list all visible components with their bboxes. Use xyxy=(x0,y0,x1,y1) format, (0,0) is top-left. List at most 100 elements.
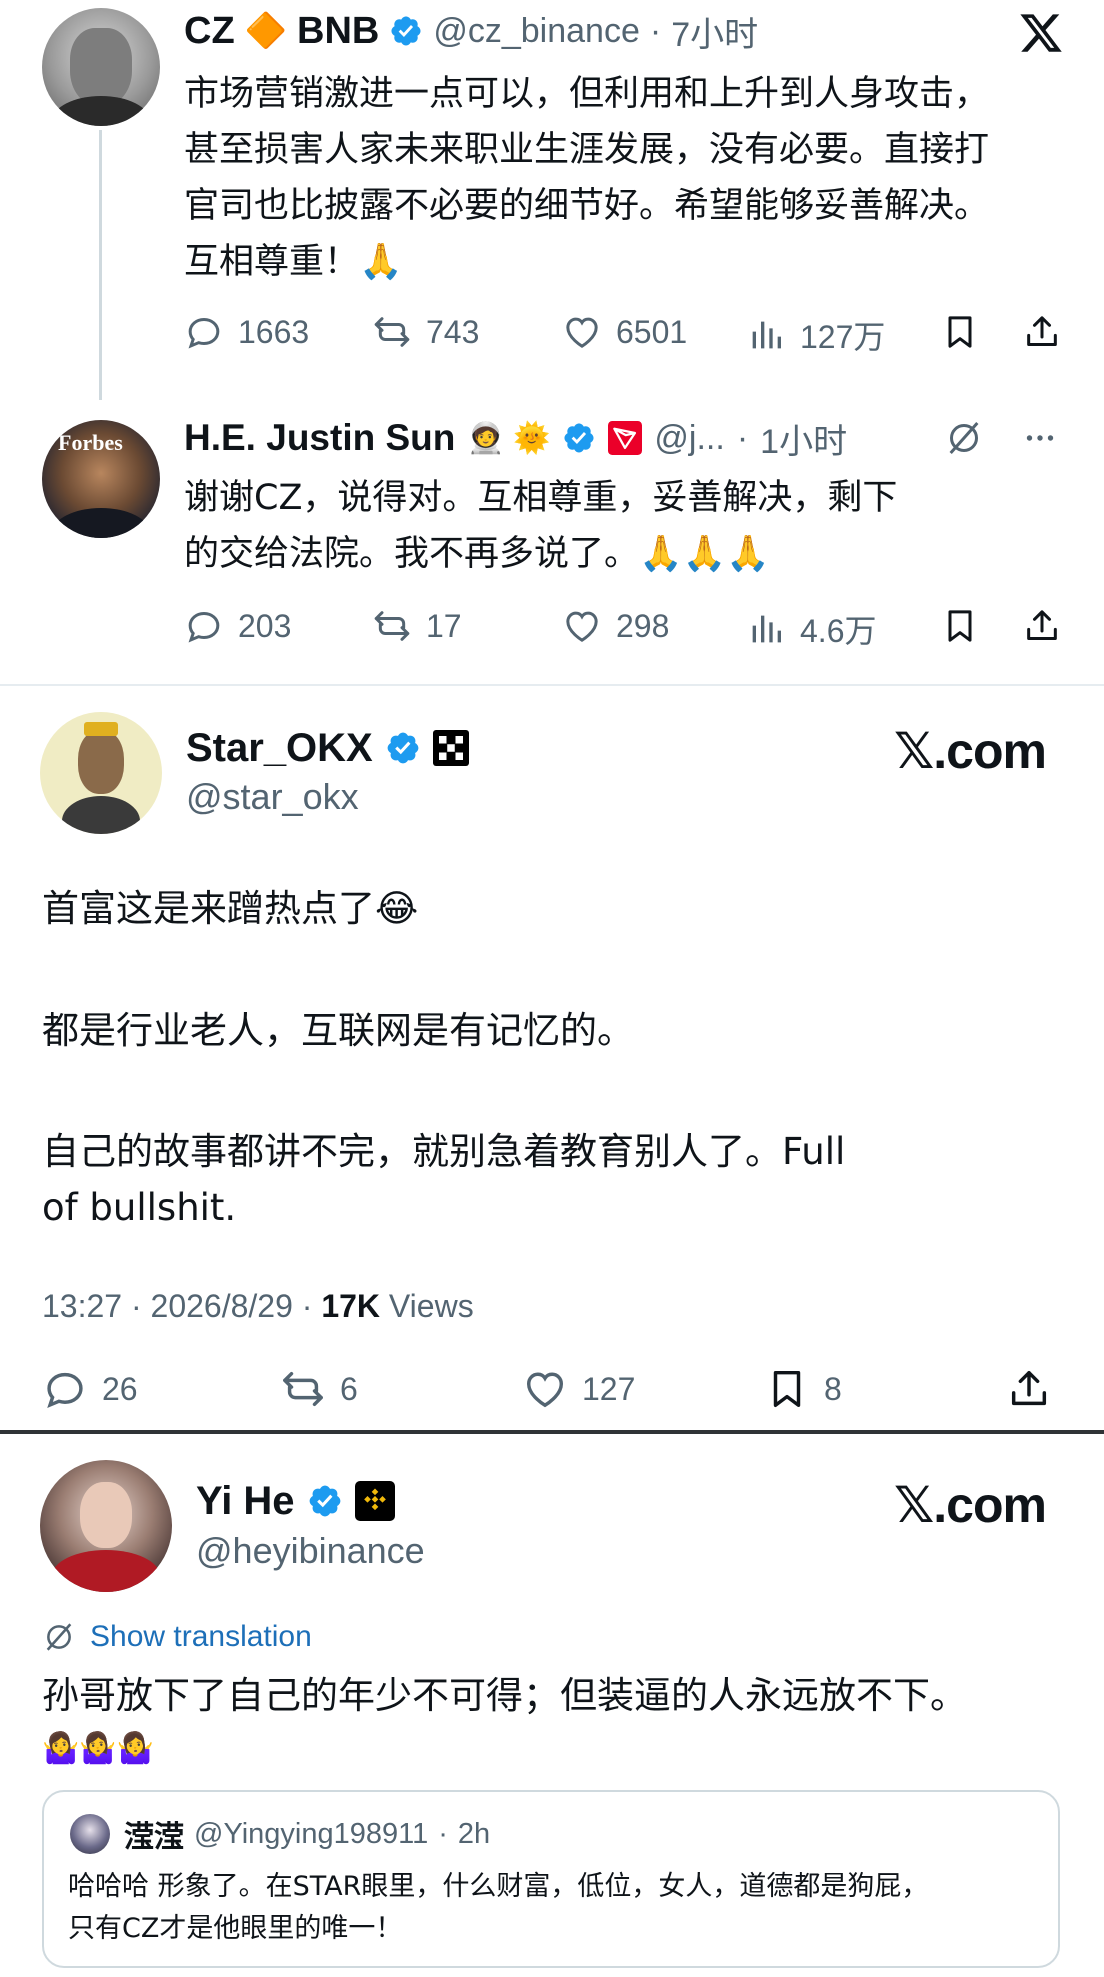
retweet-icon xyxy=(374,317,410,347)
quote-avatar xyxy=(70,1814,110,1854)
translate-icon[interactable] xyxy=(944,418,984,458)
more-options-icon[interactable] xyxy=(1020,420,1060,456)
author-handle[interactable]: @j... xyxy=(654,419,724,458)
bookmark-button[interactable] xyxy=(940,606,980,646)
tweet-text-line: 谢谢CZ，说得对。互相尊重，妥善解决，剩下 xyxy=(184,478,898,518)
like-button[interactable]: 298 xyxy=(562,606,669,646)
x-com-brand: 𝕏.com xyxy=(894,723,1047,779)
bookmark-count: 8 xyxy=(824,1370,842,1407)
author-name[interactable]: H.E. Justin Sun xyxy=(184,417,455,459)
share-button[interactable] xyxy=(1022,312,1062,352)
bookmark-icon xyxy=(948,316,972,348)
tweet-text-line: 互相尊重！🙏 xyxy=(184,242,403,282)
share-button[interactable] xyxy=(1006,1366,1052,1412)
bookmark-button[interactable]: 8 xyxy=(764,1366,842,1412)
views-count: 127万 xyxy=(800,319,886,355)
author-handle[interactable]: @star_okx xyxy=(186,776,359,818)
quote-author-handle[interactable]: @Yingying198911 xyxy=(194,1818,428,1851)
avatar-cz[interactable] xyxy=(42,8,160,126)
reply-icon xyxy=(188,317,220,349)
reply-count: 1663 xyxy=(238,313,310,350)
reply-icon xyxy=(188,611,220,643)
author-name[interactable]: Yi He xyxy=(196,1479,295,1524)
author-name[interactable]: CZ xyxy=(184,10,235,53)
forbes-logo: Forbes xyxy=(58,430,123,455)
translate-icon xyxy=(46,1623,72,1651)
timestamp[interactable]: 1小时 xyxy=(760,414,847,463)
author-handle[interactable]: @heyibinance xyxy=(196,1530,425,1572)
quote-timestamp[interactable]: 2h xyxy=(458,1818,490,1851)
author-name-suffix[interactable]: BNB xyxy=(297,10,379,53)
shrug-emojis: 🤷‍♀️🤷‍♀️🤷‍♀️ xyxy=(42,1732,155,1765)
quote-text-line: 哈哈哈 形象了。在STAR眼里，什么财富，低位，女人，道德都是狗屁， xyxy=(68,1871,929,1902)
tweet-paragraph: 都是行业老人，互联网是有记忆的。 xyxy=(42,1009,634,1052)
profile-emojis: 🧑‍🚀 🌞 xyxy=(467,421,551,455)
quote-author-name[interactable]: 滢滢 xyxy=(124,1812,184,1856)
okx-logo-icon xyxy=(432,730,469,766)
retweet-button[interactable]: 6 xyxy=(280,1366,358,1412)
reply-button[interactable]: 26 xyxy=(42,1366,138,1412)
author-name[interactable]: Star_OKX xyxy=(186,726,373,771)
reply-icon xyxy=(47,1372,83,1408)
dot-separator: · xyxy=(736,418,749,457)
bookmark-icon xyxy=(948,610,972,642)
like-count: 6501 xyxy=(616,313,688,350)
avatar-star-okx[interactable] xyxy=(40,712,162,834)
dot-separator: · xyxy=(649,11,662,50)
views-count: 17K xyxy=(321,1288,381,1324)
tweet-header: Yi He xyxy=(196,1474,395,1528)
reply-count: 203 xyxy=(238,607,292,644)
share-icon xyxy=(1027,610,1057,640)
verified-badge-icon xyxy=(389,14,423,48)
tweet-datetime[interactable]: 13:27 · 2026/8/29 · xyxy=(42,1288,321,1324)
retweet-count: 743 xyxy=(426,313,480,350)
quoted-tweet[interactable]: 滢滢 @Yingying198911 · 2h 哈哈哈 形象了。在STAR眼里，… xyxy=(42,1790,1060,1968)
reply-button[interactable]: 203 xyxy=(184,606,291,646)
retweet-icon xyxy=(374,611,410,641)
retweet-button[interactable]: 17 xyxy=(372,606,462,646)
bookmark-icon xyxy=(773,1370,801,1408)
views-button[interactable]: 4.6万 xyxy=(746,606,877,652)
tweet-meta: 13:27 · 2026/8/29 · 17K Views xyxy=(42,1288,474,1325)
like-button[interactable]: 127 xyxy=(522,1366,635,1412)
tweet-text: 首富这是来蹭热点了😂 都是行业老人，互联网是有记忆的。 自己的故事都讲不完，就别… xyxy=(42,880,845,1236)
tweet-paragraph: 自己的故事都讲不完，就别急着教育别人了。Full xyxy=(42,1130,846,1173)
bookmark-button[interactable] xyxy=(940,312,980,352)
divider xyxy=(0,684,1104,686)
views-button[interactable]: 127万 xyxy=(746,312,885,358)
dot-separator: · xyxy=(438,1817,448,1850)
quote-header: 滢滢 @Yingying198911 · 2h xyxy=(124,1812,490,1856)
tweet-header: H.E. Justin Sun 🧑‍🚀 🌞 @j... · 1小时 xyxy=(184,415,847,461)
thread-line xyxy=(99,130,102,400)
like-count: 127 xyxy=(582,1370,636,1407)
avatar-yi-he[interactable] xyxy=(40,1460,172,1592)
avatar-justin-sun[interactable]: Forbes xyxy=(42,420,160,538)
verified-badge-icon xyxy=(562,421,596,455)
tweet-text-line: 市场营销激进一点可以，但利用和上升到人身攻击， xyxy=(184,74,990,114)
heart-icon xyxy=(566,317,598,348)
retweet-icon xyxy=(283,1371,323,1407)
share-button[interactable] xyxy=(1022,606,1062,646)
tweet-header: CZ 🔶 BNB @cz_binance · 7小时 xyxy=(184,8,758,54)
retweet-button[interactable]: 743 xyxy=(372,312,479,352)
verified-badge-icon xyxy=(385,730,421,766)
reply-button[interactable]: 1663 xyxy=(184,312,309,352)
heart-icon xyxy=(526,1372,564,1408)
tweet-text-line: 甚至损害人家未来职业生涯发展，没有必要。直接打 xyxy=(184,130,990,170)
views-icon xyxy=(752,321,781,349)
like-count: 298 xyxy=(616,607,670,644)
quote-text-line: 只有CZ才是他眼里的唯一！ xyxy=(68,1913,403,1944)
show-translation-link[interactable]: Show translation xyxy=(42,1620,312,1654)
author-handle[interactable]: @cz_binance xyxy=(433,12,640,51)
tron-logo-icon xyxy=(608,421,643,455)
timestamp[interactable]: 7小时 xyxy=(671,7,758,56)
tweet-text-line: 官司也比披露不必要的细节好。希望能够妥善解决。 xyxy=(184,186,990,226)
x-com-brand: 𝕏.com xyxy=(894,1477,1047,1533)
diamond-emoji: 🔶 xyxy=(244,12,287,50)
tweet-text-line: 的交给法院。我不再多说了。🙏🙏🙏 xyxy=(184,534,770,574)
show-translation-label[interactable]: Show translation xyxy=(90,1620,312,1654)
like-button[interactable]: 6501 xyxy=(562,312,687,352)
tweet-text: 孙哥放下了自己的年少不可得；但装逼的人永远放不下。 xyxy=(42,1674,967,1717)
x-logo-icon[interactable] xyxy=(1018,10,1064,56)
divider xyxy=(0,1430,1104,1434)
